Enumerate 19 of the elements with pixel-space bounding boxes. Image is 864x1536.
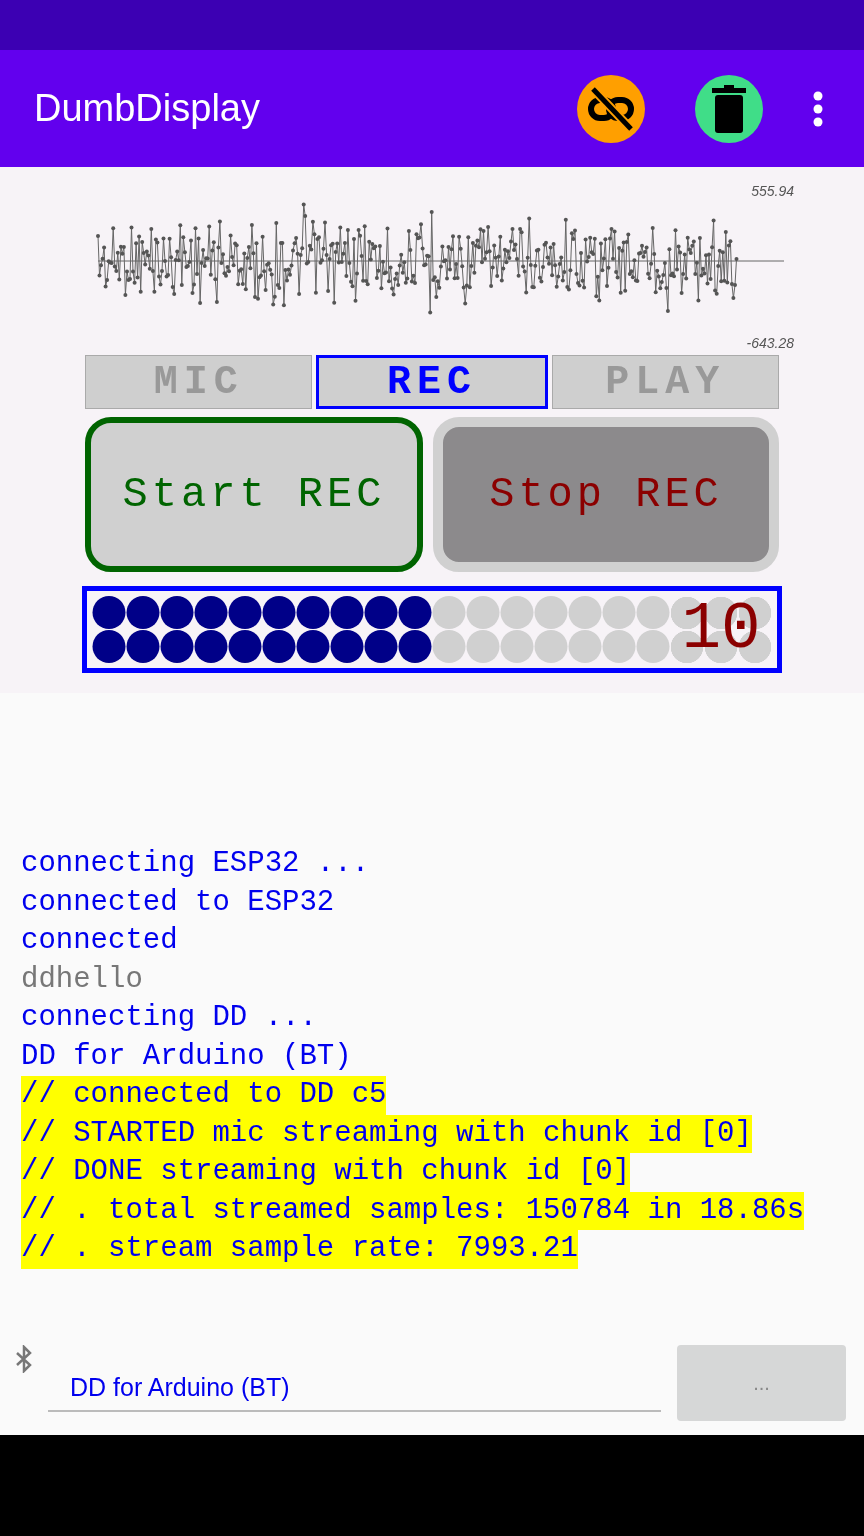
bluetooth-icon xyxy=(14,1345,34,1373)
log-line: connecting DD ... xyxy=(21,1000,317,1036)
unlink-icon[interactable] xyxy=(577,74,645,143)
more-menu-icon[interactable] xyxy=(813,90,823,127)
log-line: DD for Arduino (BT) xyxy=(21,1038,352,1075)
log-line: connected xyxy=(21,923,178,959)
app-title: DumbDisplay xyxy=(34,87,261,130)
start-button[interactable]: Start REC xyxy=(85,417,423,572)
log-line: ddhello xyxy=(21,961,143,998)
log-line: connected to ESP32 xyxy=(21,884,335,921)
mode-tab[interactable]: REC xyxy=(316,355,548,409)
more-button[interactable]: ... xyxy=(677,1345,846,1421)
plot-max-label: 555.94 xyxy=(751,183,794,199)
log-line: connecting ESP32 ... xyxy=(21,846,370,882)
plot-min-label: -643.28 xyxy=(746,335,794,351)
device-field[interactable]: DD for Arduino (BT) xyxy=(48,1367,661,1412)
meter-reading: 10 xyxy=(670,596,772,663)
stop-button[interactable]: Stop REC xyxy=(433,417,779,572)
trash-icon[interactable] xyxy=(695,74,763,143)
